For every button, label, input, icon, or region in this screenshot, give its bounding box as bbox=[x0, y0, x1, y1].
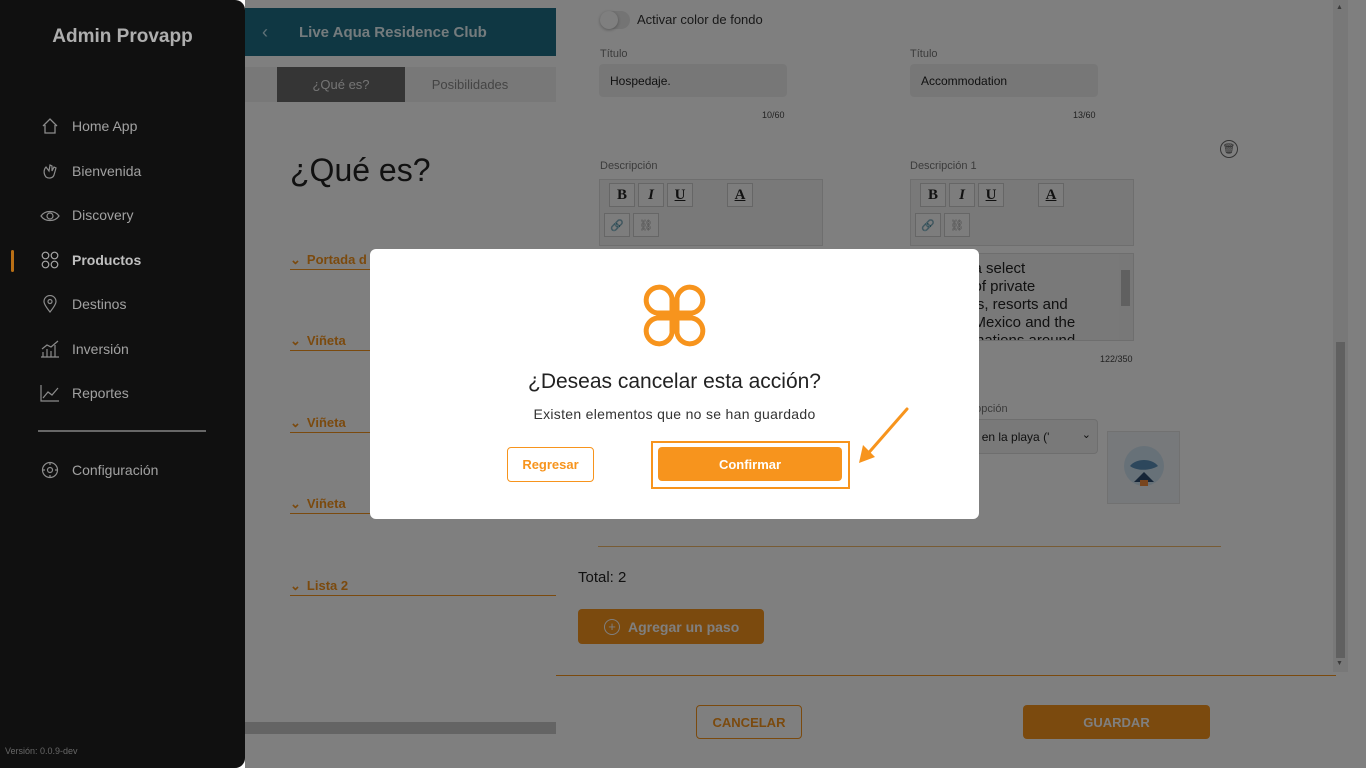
dialog-title: ¿Deseas cancelar esta acción? bbox=[528, 370, 821, 393]
confirm-dialog: ¿Deseas cancelar esta acción? Existen el… bbox=[370, 249, 979, 519]
confirm-button[interactable]: Confirmar bbox=[658, 447, 842, 481]
arrow-annotation-icon bbox=[859, 407, 909, 463]
sidebar-dim-overlay bbox=[0, 0, 245, 768]
back-button[interactable]: Regresar bbox=[507, 447, 594, 482]
provapp-logo-icon bbox=[643, 284, 706, 347]
